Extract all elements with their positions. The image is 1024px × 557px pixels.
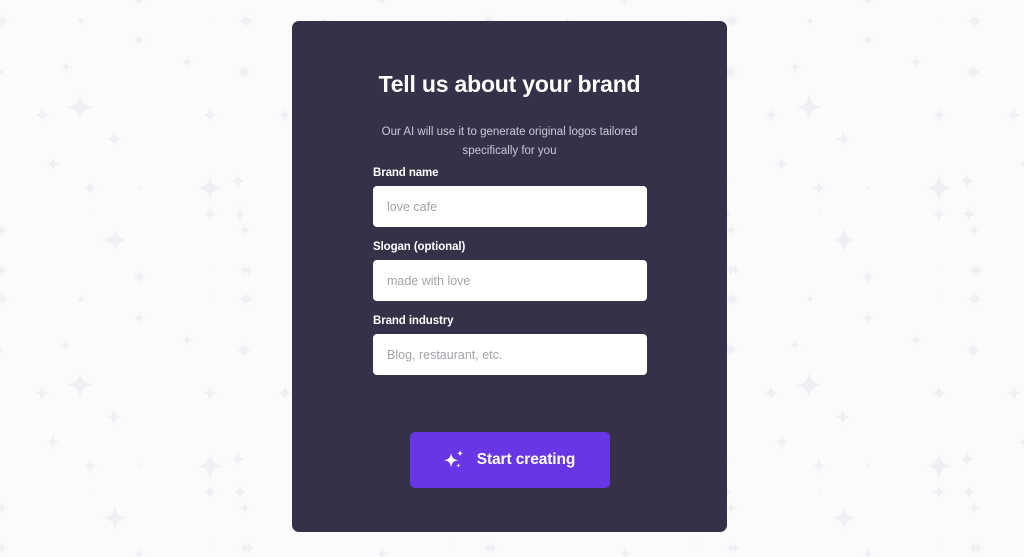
sparkles-icon bbox=[443, 449, 466, 471]
start-creating-label: Start creating bbox=[476, 451, 576, 468]
brand-name-input[interactable] bbox=[373, 186, 647, 227]
slogan-label: Slogan (optional) bbox=[373, 241, 466, 253]
slogan-input[interactable] bbox=[373, 260, 647, 301]
brand-industry-label: Brand industry bbox=[373, 315, 454, 327]
brand-form-card: Tell us about your brand Our AI will use… bbox=[292, 21, 727, 532]
page-subtitle: Our AI will use it to generate original … bbox=[381, 126, 638, 157]
start-creating-button[interactable]: Start creating bbox=[409, 432, 610, 488]
page-title: Tell us about your brand bbox=[378, 71, 641, 97]
brand-form: Brand name Slogan (optional) Brand indus… bbox=[373, 167, 647, 375]
brand-name-label: Brand name bbox=[373, 167, 439, 179]
form-actions: Start creating bbox=[292, 432, 727, 488]
field-brand-name: Brand name bbox=[373, 167, 647, 227]
field-slogan: Slogan (optional) bbox=[373, 241, 647, 301]
brand-industry-input[interactable] bbox=[373, 334, 647, 375]
brand-form-card-wrapper: Tell us about your brand Our AI will use… bbox=[292, 21, 727, 532]
field-brand-industry: Brand industry bbox=[373, 315, 647, 375]
